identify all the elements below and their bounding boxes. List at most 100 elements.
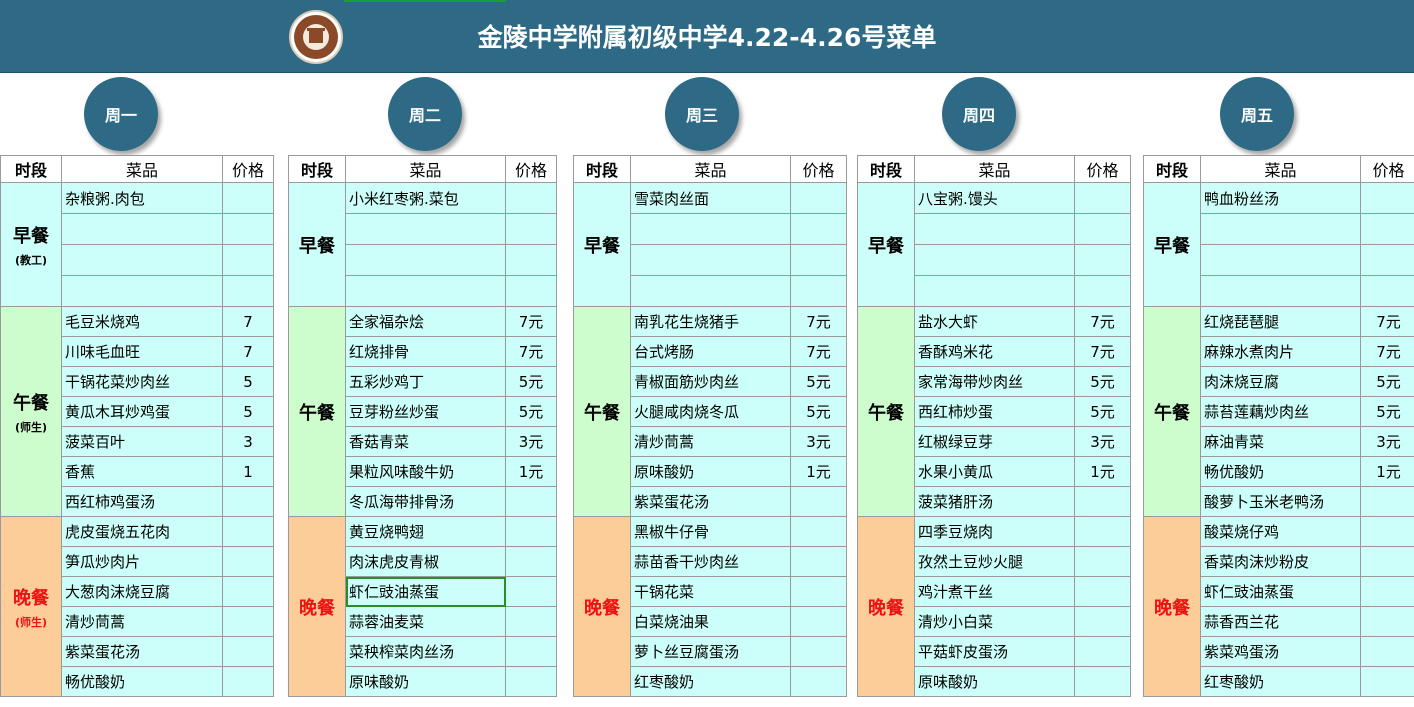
price-cell[interactable]: 7元 [790,306,847,337]
dish-cell[interactable]: 雪菜肉丝面 [630,182,791,214]
dish-cell[interactable]: 虎皮蛋烧五花肉 [61,516,223,547]
price-cell[interactable] [1074,666,1131,697]
price-cell[interactable] [222,546,274,577]
price-cell[interactable] [790,636,847,667]
dish-cell[interactable]: 毛豆米烧鸡 [61,306,223,337]
dish-cell[interactable] [1200,275,1361,307]
price-cell[interactable] [1360,486,1414,517]
price-cell[interactable] [505,606,557,637]
dish-cell[interactable] [1200,244,1361,276]
dish-cell[interactable]: 虾仁豉油蒸蛋 [345,576,506,607]
price-cell[interactable]: 1元 [1360,456,1414,487]
price-cell[interactable]: 3元 [505,426,557,457]
price-cell[interactable]: 1 [222,456,274,487]
price-cell[interactable]: 3元 [1360,426,1414,457]
dish-cell[interactable]: 红枣酸奶 [630,666,791,697]
price-cell[interactable] [790,213,847,245]
price-cell[interactable] [790,486,847,517]
dish-cell[interactable]: 蒜苔莲藕炒肉丝 [1200,396,1361,427]
dish-cell[interactable]: 紫菜蛋花汤 [630,486,791,517]
price-cell[interactable] [1360,606,1414,637]
price-cell[interactable] [790,275,847,307]
dish-cell[interactable] [630,213,791,245]
dish-cell[interactable]: 白菜烧油果 [630,606,791,637]
dish-cell[interactable]: 红烧琵琶腿 [1200,306,1361,337]
dish-cell[interactable]: 家常海带炒肉丝 [914,366,1075,397]
dish-cell[interactable]: 蒜香西兰花 [1200,606,1361,637]
dish-cell[interactable]: 清炒茼蒿 [61,606,223,637]
price-cell[interactable] [222,182,274,214]
dish-cell[interactable]: 肉沫虎皮青椒 [345,546,506,577]
dish-cell[interactable] [1200,213,1361,245]
dish-cell[interactable]: 西红柿炒蛋 [914,396,1075,427]
dish-cell[interactable] [345,244,506,276]
dish-cell[interactable]: 笋瓜炒肉片 [61,546,223,577]
price-cell[interactable]: 1元 [790,456,847,487]
price-cell[interactable] [790,666,847,697]
price-cell[interactable] [222,486,274,517]
price-cell[interactable]: 5元 [1360,366,1414,397]
dish-cell[interactable]: 四季豆烧肉 [914,516,1075,547]
dish-cell[interactable] [345,275,506,307]
price-cell[interactable]: 7 [222,336,274,367]
price-cell[interactable] [1074,275,1131,307]
dish-cell[interactable]: 鸭血粉丝汤 [1200,182,1361,214]
dish-cell[interactable]: 菠菜百叶 [61,426,223,457]
dish-cell[interactable]: 红烧排骨 [345,336,506,367]
dish-cell[interactable]: 红枣酸奶 [1200,666,1361,697]
dish-cell[interactable]: 全家福杂烩 [345,306,506,337]
dish-cell[interactable]: 香酥鸡米花 [914,336,1075,367]
dish-cell[interactable]: 黄瓜木耳炒鸡蛋 [61,396,223,427]
price-cell[interactable] [1360,275,1414,307]
price-cell[interactable] [222,576,274,607]
price-cell[interactable]: 7元 [1360,336,1414,367]
price-cell[interactable]: 5元 [790,366,847,397]
dish-cell[interactable]: 水果小黄瓜 [914,456,1075,487]
dish-cell[interactable]: 盐水大虾 [914,306,1075,337]
dish-cell[interactable]: 原味酸奶 [630,456,791,487]
price-cell[interactable]: 5元 [1360,396,1414,427]
price-cell[interactable]: 5元 [505,396,557,427]
price-cell[interactable] [790,576,847,607]
dish-cell[interactable]: 八宝粥.馒头 [914,182,1075,214]
price-cell[interactable] [1074,213,1131,245]
dish-cell[interactable]: 大葱肉沫烧豆腐 [61,576,223,607]
dish-cell[interactable]: 干锅花菜 [630,576,791,607]
price-cell[interactable] [790,606,847,637]
price-cell[interactable] [505,486,557,517]
price-cell[interactable] [505,666,557,697]
dish-cell[interactable]: 麻油青菜 [1200,426,1361,457]
dish-cell[interactable] [914,275,1075,307]
price-cell[interactable] [1360,213,1414,245]
price-cell[interactable]: 5元 [1074,396,1131,427]
dish-cell[interactable]: 果粒风味酸牛奶 [345,456,506,487]
price-cell[interactable]: 5元 [1074,366,1131,397]
price-cell[interactable] [222,606,274,637]
dish-cell[interactable]: 蒜蓉油麦菜 [345,606,506,637]
dish-cell[interactable]: 虾仁豉油蒸蛋 [1200,576,1361,607]
price-cell[interactable] [222,275,274,307]
dish-cell[interactable]: 肉沫烧豆腐 [1200,366,1361,397]
dish-cell[interactable]: 酸萝卜玉米老鸭汤 [1200,486,1361,517]
price-cell[interactable] [222,666,274,697]
price-cell[interactable]: 1元 [505,456,557,487]
price-cell[interactable]: 3元 [790,426,847,457]
price-cell[interactable]: 7元 [790,336,847,367]
price-cell[interactable] [1074,576,1131,607]
dish-cell[interactable]: 孜然土豆炒火腿 [914,546,1075,577]
price-cell[interactable] [505,275,557,307]
dish-cell[interactable]: 清炒小白菜 [914,606,1075,637]
price-cell[interactable] [505,213,557,245]
price-cell[interactable] [1360,244,1414,276]
dish-cell[interactable] [630,244,791,276]
price-cell[interactable]: 3元 [1074,426,1131,457]
price-cell[interactable] [1074,182,1131,214]
price-cell[interactable] [790,182,847,214]
dish-cell[interactable] [61,275,223,307]
price-cell[interactable] [505,516,557,547]
price-cell[interactable] [1360,546,1414,577]
dish-cell[interactable]: 青椒面筋炒肉丝 [630,366,791,397]
dish-cell[interactable]: 紫菜鸡蛋汤 [1200,636,1361,667]
dish-cell[interactable]: 西红柿鸡蛋汤 [61,486,223,517]
dish-cell[interactable] [914,244,1075,276]
